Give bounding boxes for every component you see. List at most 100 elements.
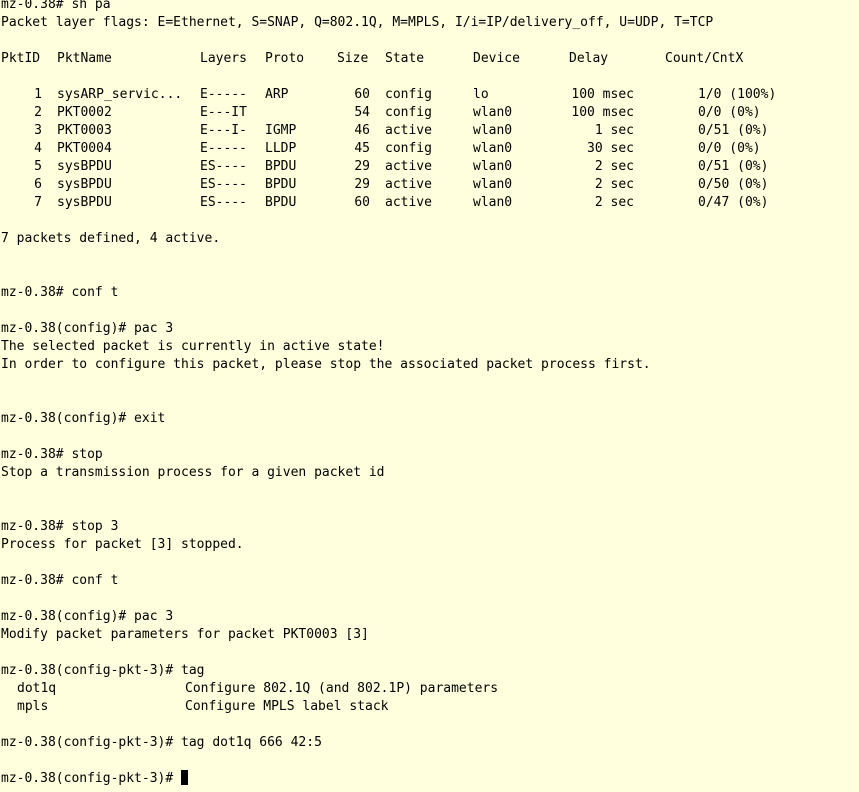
- cell-proto: BPDU: [265, 177, 297, 192]
- cell-layers: E---I-: [200, 123, 247, 138]
- terminal-line: Process for packet [3] stopped.: [1, 537, 244, 552]
- table-row: 4 PKT0004 E----- LLDP 45 config wlan0 30…: [1, 140, 856, 158]
- column-header-count: Count/CntX: [665, 51, 744, 66]
- help-command: mpls: [17, 699, 49, 714]
- cell-pktname: PKT0002: [57, 105, 112, 120]
- column-header-pktname: PktName: [57, 51, 112, 66]
- cell-layers: ES----: [200, 195, 247, 210]
- command-prompt-line[interactable]: mz-0.38(config-pkt-3)#: [1, 770, 189, 788]
- cell-pktid: 2: [34, 105, 42, 120]
- cell-delay: 100 msec: [571, 87, 634, 102]
- cell-delay: 30 sec: [587, 141, 634, 156]
- terminal-window[interactable]: mz-0.38# sh pa Packet layer flags: E=Eth…: [0, 0, 859, 792]
- help-description: Configure 802.1Q (and 802.1P) parameters: [185, 681, 499, 696]
- column-header-layers: Layers: [200, 51, 247, 66]
- cell-proto: BPDU: [265, 195, 297, 210]
- cell-count: 0/0 (0%): [698, 105, 761, 120]
- cell-delay: 2 sec: [594, 177, 634, 192]
- cell-device: wlan0: [473, 177, 513, 192]
- cell-delay: 100 msec: [571, 105, 634, 120]
- cell-layers: E-----: [200, 141, 247, 156]
- cell-pktname: sysBPDU: [57, 159, 112, 174]
- cell-pktid: 4: [34, 141, 42, 156]
- cell-delay: 1 sec: [594, 123, 634, 138]
- terminal-line: mz-0.38(config)# pac 3: [1, 609, 174, 624]
- cell-size: 46: [354, 123, 370, 138]
- terminal-line: mz-0.38(config-pkt-3)# tag: [1, 663, 205, 678]
- cell-layers: ES----: [200, 177, 247, 192]
- terminal-line: Packet layer flags: E=Ethernet, S=SNAP, …: [1, 15, 714, 30]
- cell-pktname: sysARP_servic...: [57, 87, 183, 102]
- cell-pktid: 5: [34, 159, 42, 174]
- column-header-size: Size: [337, 51, 369, 66]
- cell-device: wlan0: [473, 195, 513, 210]
- cell-state: config: [385, 141, 432, 156]
- cell-pktname: PKT0004: [57, 141, 112, 156]
- terminal-line: 7 packets defined, 4 active.: [1, 231, 221, 246]
- column-header-state: State: [385, 51, 425, 66]
- cell-pktid: 1: [34, 87, 42, 102]
- table-row: 5 sysBPDU ES---- BPDU 29 active wlan0 2 …: [1, 158, 856, 176]
- cell-state: active: [385, 177, 432, 192]
- column-header-delay: Delay: [569, 51, 609, 66]
- column-header-pktid: PktID: [1, 51, 41, 66]
- text-cursor: [181, 770, 189, 785]
- cell-delay: 2 sec: [594, 195, 634, 210]
- prompt-text: mz-0.38(config-pkt-3)#: [1, 771, 182, 786]
- table-row: 3 PKT0003 E---I- IGMP 46 active wlan0 1 …: [1, 122, 856, 140]
- terminal-line: In order to configure this packet, pleas…: [1, 357, 651, 372]
- cell-pktid: 3: [34, 123, 42, 138]
- cell-device: wlan0: [473, 105, 513, 120]
- cell-state: active: [385, 159, 432, 174]
- terminal-line: mz-0.38# sh pa: [1, 0, 111, 12]
- cell-state: config: [385, 105, 432, 120]
- cell-layers: ES----: [200, 159, 247, 174]
- cell-count: 0/47 (0%): [698, 195, 769, 210]
- terminal-line: mz-0.38# conf t: [1, 573, 119, 588]
- cell-layers: E-----: [200, 87, 247, 102]
- cell-count: 0/51 (0%): [698, 159, 769, 174]
- cell-delay: 2 sec: [594, 159, 634, 174]
- help-command: dot1q: [17, 681, 57, 696]
- table-row: 6 sysBPDU ES---- BPDU 29 active wlan0 2 …: [1, 176, 856, 194]
- cell-device: wlan0: [473, 123, 513, 138]
- terminal-line: Modify packet parameters for packet PKT0…: [1, 627, 369, 642]
- cell-size: 29: [354, 159, 370, 174]
- cell-size: 54: [354, 105, 370, 120]
- column-header-device: Device: [473, 51, 520, 66]
- cell-pktid: 6: [34, 177, 42, 192]
- terminal-line: mz-0.38(config)# pac 3: [1, 321, 174, 336]
- cell-state: active: [385, 195, 432, 210]
- help-description: Configure MPLS label stack: [185, 699, 389, 714]
- terminal-line: Stop a transmission process for a given …: [1, 465, 385, 480]
- cell-proto: ARP: [265, 87, 289, 102]
- terminal-line: mz-0.38(config-pkt-3)# tag dot1q 666 42:…: [1, 735, 322, 750]
- cell-size: 29: [354, 177, 370, 192]
- cell-pktid: 7: [34, 195, 42, 210]
- cell-pktname: PKT0003: [57, 123, 112, 138]
- cell-count: 1/0 (100%): [698, 87, 777, 102]
- cell-layers: E---IT: [200, 105, 247, 120]
- table-row: 1 sysARP_servic... E----- ARP 60 config …: [1, 86, 856, 104]
- terminal-line: mz-0.38(config)# exit: [1, 411, 166, 426]
- cell-proto: LLDP: [265, 141, 297, 156]
- cell-pktname: sysBPDU: [57, 177, 112, 192]
- cell-device: wlan0: [473, 141, 513, 156]
- cell-count: 0/0 (0%): [698, 141, 761, 156]
- cell-size: 60: [354, 87, 370, 102]
- cell-count: 0/50 (0%): [698, 177, 769, 192]
- cell-device: wlan0: [473, 159, 513, 174]
- cell-state: active: [385, 123, 432, 138]
- table-row: 2 PKT0002 E---IT 54 config wlan0 100 mse…: [1, 104, 856, 122]
- cell-device: lo: [473, 87, 489, 102]
- packet-table-header: PktID PktName Layers Proto Size State De…: [1, 50, 856, 68]
- terminal-line: mz-0.38# stop: [1, 447, 103, 462]
- terminal-line: mz-0.38# conf t: [1, 285, 119, 300]
- column-header-proto: Proto: [265, 51, 305, 66]
- terminal-line: The selected packet is currently in acti…: [1, 339, 385, 354]
- cell-count: 0/51 (0%): [698, 123, 769, 138]
- cell-proto: IGMP: [265, 123, 297, 138]
- cell-proto: BPDU: [265, 159, 297, 174]
- table-row: 7 sysBPDU ES---- BPDU 60 active wlan0 2 …: [1, 194, 856, 212]
- terminal-line: mz-0.38# stop 3: [1, 519, 119, 534]
